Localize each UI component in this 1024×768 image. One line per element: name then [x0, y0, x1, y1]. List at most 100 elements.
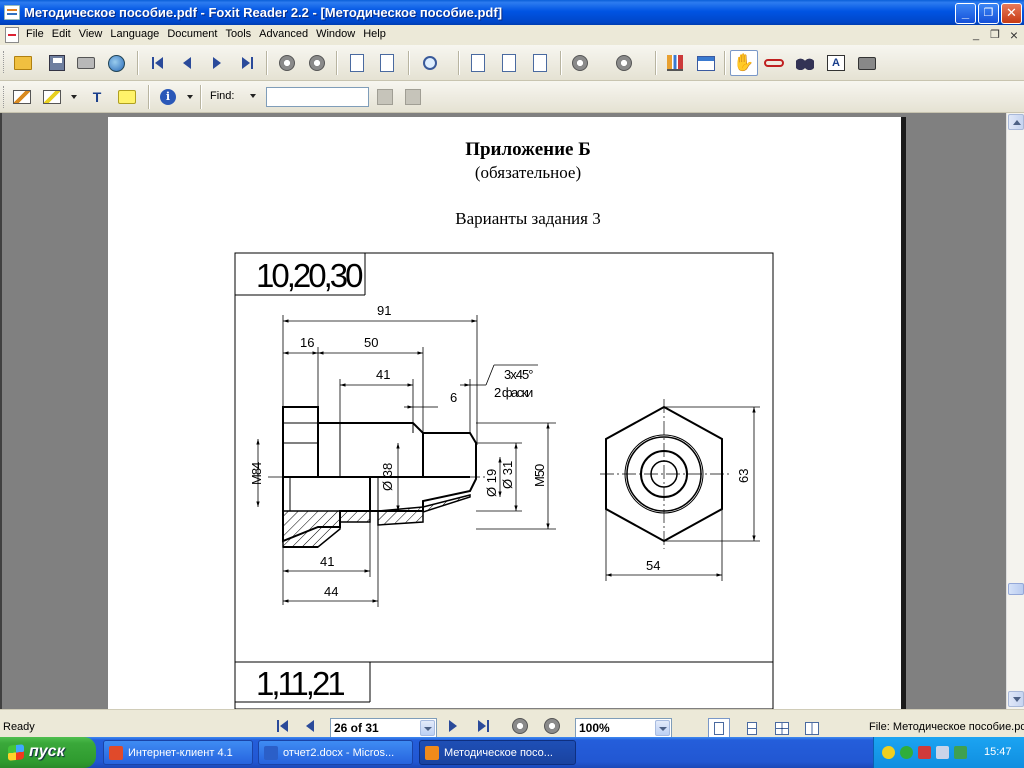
- highlight-button[interactable]: [40, 85, 64, 109]
- toolbar-grip[interactable]: [3, 51, 6, 73]
- single-page-view-button[interactable]: [708, 718, 730, 738]
- start-label: пуск: [29, 743, 65, 760]
- window-view-button[interactable]: [694, 51, 718, 75]
- dim-41-top: 41: [376, 367, 390, 382]
- close-button[interactable]: ✕: [1001, 3, 1022, 24]
- tray-shield-icon[interactable]: [918, 746, 931, 759]
- tray-network-icon[interactable]: [954, 746, 967, 759]
- maximize-button[interactable]: ❐: [978, 3, 999, 24]
- find-next-button[interactable]: [401, 85, 425, 109]
- fit-width-button[interactable]: [528, 51, 552, 75]
- email-button[interactable]: [104, 51, 128, 75]
- loupe-tool-button[interactable]: [762, 51, 786, 75]
- rotate-right-button[interactable]: [375, 51, 399, 75]
- menu-language[interactable]: Language: [110, 28, 165, 40]
- hand-tool-button[interactable]: ✋: [730, 50, 758, 76]
- page-icon: [502, 54, 516, 72]
- zoom-in-button[interactable]: [418, 51, 442, 75]
- menu-edit[interactable]: Edit: [52, 28, 77, 40]
- snapshot-button[interactable]: [855, 51, 879, 75]
- vertical-scrollbar[interactable]: [1006, 113, 1024, 709]
- toolbar-separator: [336, 51, 337, 75]
- next-view-button[interactable]: [305, 51, 329, 75]
- menu-advanced[interactable]: Advanced: [259, 28, 314, 40]
- last-page-icon: [241, 57, 250, 69]
- status-forward-button[interactable]: [543, 717, 561, 735]
- doc-minimize-button[interactable]: _: [968, 28, 984, 42]
- select-text-button[interactable]: A: [824, 51, 848, 75]
- dim-chamfer: 3х45°: [504, 367, 533, 382]
- scroll-up-button[interactable]: [1008, 114, 1024, 130]
- highlight-dropdown-arrow[interactable]: [71, 95, 77, 99]
- status-last-page-button[interactable]: [474, 717, 492, 735]
- typewriter-button[interactable]: T: [85, 85, 109, 109]
- zoom-in-circle-button[interactable]: [612, 51, 636, 75]
- doc-close-button[interactable]: ×: [1006, 28, 1022, 42]
- menu-tools[interactable]: Tools: [225, 28, 257, 40]
- document-system-icon[interactable]: [5, 27, 19, 43]
- last-page-icon: [477, 720, 486, 732]
- status-first-page-button[interactable]: [273, 717, 291, 735]
- tray-green-circle-icon[interactable]: [900, 746, 913, 759]
- status-previous-page-button[interactable]: [301, 717, 319, 735]
- menu-document[interactable]: Document: [167, 28, 223, 40]
- print-button[interactable]: [74, 51, 98, 75]
- properties-dropdown-arrow[interactable]: [187, 95, 193, 99]
- dim-41-bottom: 41: [320, 554, 334, 569]
- first-page-icon: [279, 720, 288, 732]
- find-options-dropdown-arrow[interactable]: [250, 94, 256, 98]
- continuous-facing-view-button[interactable]: [771, 718, 793, 738]
- taskbar-item-internet-client[interactable]: Интернет-клиент 4.1: [103, 740, 253, 765]
- properties-button[interactable]: i: [156, 85, 180, 109]
- bookmarks-button[interactable]: [663, 51, 687, 75]
- minimize-button[interactable]: _: [955, 3, 976, 24]
- start-button[interactable]: пуск: [0, 737, 96, 768]
- status-next-page-button[interactable]: [444, 717, 462, 735]
- toolbar-grip[interactable]: [3, 86, 6, 108]
- continuous-view-button[interactable]: [741, 718, 763, 738]
- fit-page-button[interactable]: [497, 51, 521, 75]
- search-button[interactable]: [793, 51, 817, 75]
- technical-drawing: 10,20,30 1,11,21 91 16 50 41 3х45° 2 фас…: [234, 252, 774, 709]
- facing-view-button[interactable]: [801, 718, 823, 738]
- last-page-button[interactable]: [235, 51, 259, 75]
- status-back-button[interactable]: [511, 717, 529, 735]
- zoom-level-field[interactable]: 100%: [575, 718, 672, 738]
- rotate-left-button[interactable]: [345, 51, 369, 75]
- zoom-out-button[interactable]: [568, 51, 592, 75]
- save-button[interactable]: [45, 51, 69, 75]
- tray-volume-icon[interactable]: [936, 746, 949, 759]
- foxit-app-icon[interactable]: [4, 5, 20, 20]
- comment-note-button[interactable]: [115, 85, 139, 109]
- find-previous-button[interactable]: [373, 85, 397, 109]
- menu-help[interactable]: Help: [363, 28, 392, 40]
- toolbar-separator: [408, 51, 409, 75]
- bookmarks-icon: [667, 55, 683, 71]
- dim-50: 50: [364, 335, 378, 350]
- previous-page-button[interactable]: [175, 51, 199, 75]
- zoom-dropdown-button[interactable]: [655, 720, 670, 736]
- next-page-button[interactable]: [205, 51, 229, 75]
- tray-smiley-icon[interactable]: [882, 746, 895, 759]
- document-viewport[interactable]: Приложение Б (обязательное) Варианты зад…: [0, 113, 1006, 709]
- page-dropdown-button[interactable]: [420, 720, 435, 736]
- first-page-button[interactable]: [145, 51, 169, 75]
- find-input[interactable]: [266, 87, 369, 107]
- actual-size-button[interactable]: [466, 51, 490, 75]
- scroll-down-button[interactable]: [1008, 691, 1024, 707]
- taskbar-item-word-document[interactable]: отчет2.docx - Micros...: [258, 740, 413, 765]
- menu-file[interactable]: File: [26, 28, 50, 40]
- open-button[interactable]: [11, 51, 35, 75]
- title-bar[interactable]: Методическое пособие.pdf - Foxit Reader …: [0, 0, 1024, 25]
- camera-icon: [858, 56, 876, 70]
- menu-view[interactable]: View: [79, 28, 109, 40]
- previous-view-button[interactable]: [275, 51, 299, 75]
- page-number-field[interactable]: 26 of 31: [330, 718, 437, 738]
- taskbar-item-foxit-reader[interactable]: Методическое посо...: [419, 740, 576, 765]
- scroll-thumb[interactable]: [1008, 583, 1024, 595]
- toolbar-separator: [200, 85, 201, 109]
- note-edit-button[interactable]: [10, 85, 34, 109]
- globe-mail-icon: [107, 54, 125, 72]
- doc-restore-button[interactable]: ❐: [987, 28, 1003, 42]
- menu-window[interactable]: Window: [316, 28, 361, 40]
